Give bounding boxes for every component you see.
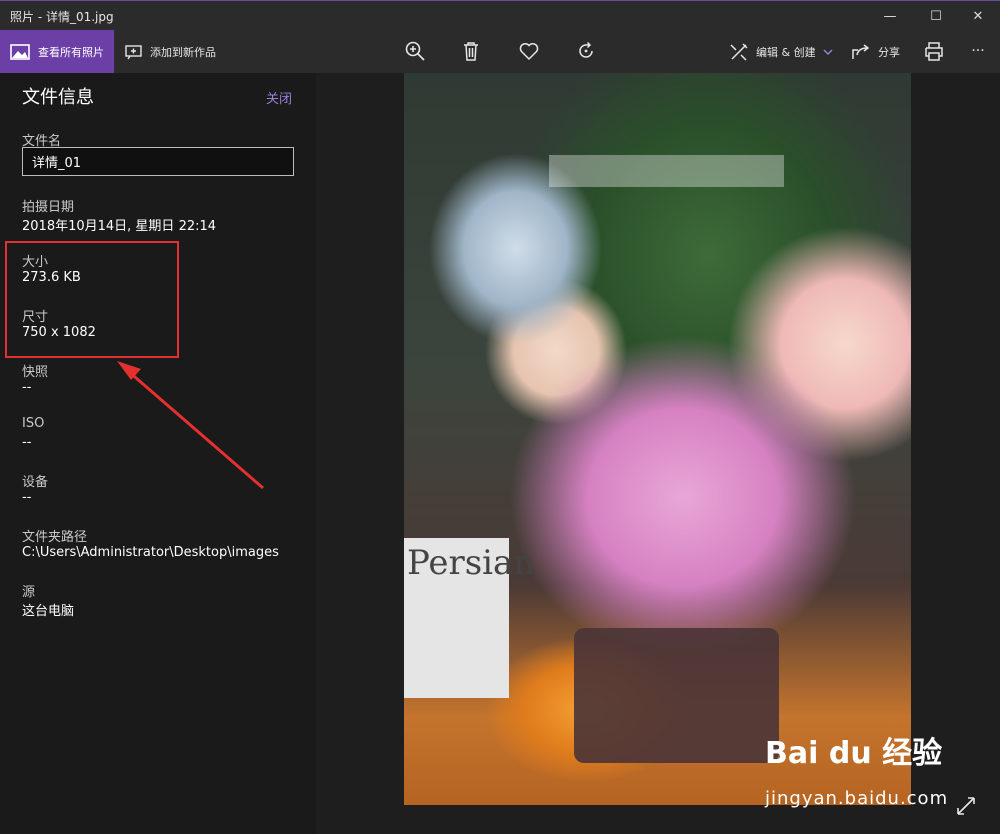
close-icon: ✕ <box>972 8 984 24</box>
more-button[interactable]: ··· <box>966 39 990 63</box>
filename-field[interactable] <box>22 147 294 176</box>
expand-icon[interactable] <box>954 794 978 818</box>
minimize-icon: — <box>883 8 897 24</box>
source-label: 源 <box>22 585 36 600</box>
edit-create-label: 编辑 & 创建 <box>756 45 816 59</box>
favorite-button[interactable] <box>517 39 541 63</box>
trash-icon <box>464 42 478 61</box>
watermark-logo: Bai du 经验 <box>765 736 943 771</box>
path-value: C:\Users\Administrator\Desktop\images <box>22 545 279 560</box>
photo-viewer: Persian <box>316 73 1000 834</box>
date-label: 拍摄日期 <box>22 200 75 215</box>
photo-icon <box>10 43 30 60</box>
close-panel-link[interactable]: 关闭 <box>266 88 292 107</box>
iso-label: ISO <box>22 416 45 431</box>
source-value: 这台电脑 <box>22 604 75 619</box>
baidu-watermark: Bai du 经验 jingyan.baidu.com <box>765 728 947 809</box>
panel-title: 文件信息 <box>22 87 94 108</box>
minimize-button[interactable]: — <box>868 1 912 31</box>
maximize-button[interactable]: ☐ <box>914 1 958 31</box>
annotation-highlight-box <box>5 241 179 358</box>
view-all-label: 查看所有照片 <box>38 45 104 59</box>
zoom-in-icon <box>405 41 425 61</box>
toolbar: 查看所有照片 添加到新作品 编辑 & 创建 分享 ··· <box>0 30 1000 73</box>
pixelated-text-region <box>549 155 784 187</box>
window-title: 照片 - 详情_01.jpg <box>10 10 114 24</box>
watermark-url: jingyan.baidu.com <box>765 788 949 809</box>
device-label: 设备 <box>22 475 49 490</box>
title-bar: 照片 - 详情_01.jpg — ☐ ✕ <box>0 0 1000 30</box>
iso-value: -- <box>22 435 32 450</box>
rotate-button[interactable] <box>574 39 598 63</box>
vase-shape <box>574 628 779 763</box>
edit-create-icon <box>730 42 748 61</box>
chevron-down-icon <box>823 49 833 55</box>
add-creation-label: 添加到新作品 <box>150 45 216 59</box>
add-creation-icon <box>125 44 142 59</box>
share-icon <box>852 43 870 59</box>
path-label: 文件夹路径 <box>22 530 88 545</box>
close-window-button[interactable]: ✕ <box>956 1 1000 31</box>
print-icon <box>925 42 943 61</box>
delete-button[interactable] <box>459 39 483 63</box>
photo-image: Persian <box>404 73 911 805</box>
maximize-icon: ☐ <box>930 8 942 24</box>
book-text: Persian <box>407 543 536 583</box>
rotate-icon <box>579 41 593 58</box>
snapshot-label: 快照 <box>22 365 49 380</box>
heart-icon <box>519 43 539 61</box>
share-button[interactable]: 分享 <box>850 30 900 73</box>
device-value: -- <box>22 490 32 505</box>
date-value: 2018年10月14日, 星期日 22:14 <box>22 219 217 234</box>
edit-create-button[interactable]: 编辑 & 创建 <box>728 30 834 73</box>
file-info-panel: 文件信息 关闭 文件名 拍摄日期 2018年10月14日, 星期日 22:14 … <box>0 73 316 834</box>
view-all-photos-button[interactable]: 查看所有照片 <box>0 30 114 73</box>
add-to-creation-button[interactable]: 添加到新作品 <box>124 30 216 73</box>
more-icon: ··· <box>971 43 985 59</box>
zoom-button[interactable] <box>403 39 427 63</box>
print-button[interactable] <box>922 39 946 63</box>
share-label: 分享 <box>878 45 900 59</box>
snapshot-value: -- <box>22 380 32 395</box>
